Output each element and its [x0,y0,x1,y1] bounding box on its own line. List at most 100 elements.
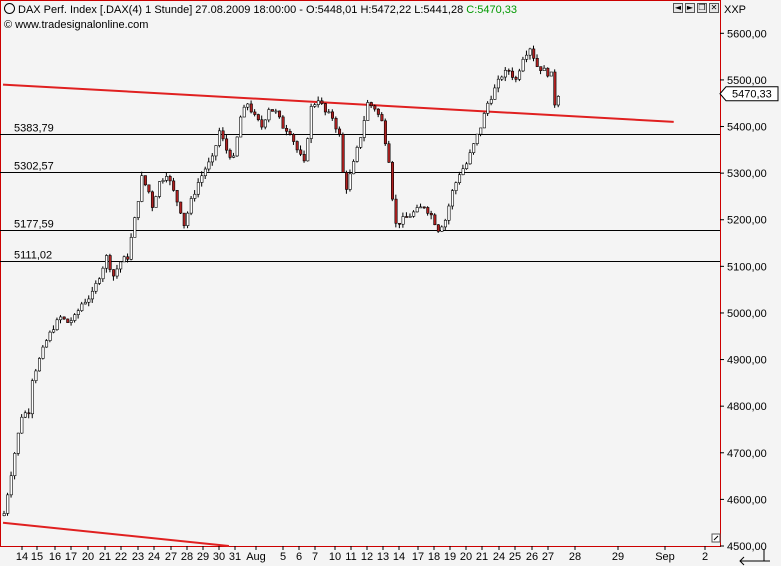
info-icon[interactable] [4,3,15,14]
x-tick-label: 20 [460,551,472,563]
x-tick-label: 24 [148,551,160,563]
candle [20,414,24,434]
candle [37,357,41,372]
candle [108,253,112,273]
chart-window: 5383,79 5302,57 5177,59 5111,02 4500,00 4600… [0,0,781,566]
close-value: C:5470,33 [466,4,518,16]
candle [521,56,525,73]
candle [41,344,45,360]
candle [355,145,359,163]
y-tick-label: 5200,00 [727,215,767,227]
x-tick-label: 24 [493,551,505,563]
x-tick-label: 7 [312,551,318,563]
x-tick-label: 20 [82,551,94,563]
chart-svg: 5383,79 5302,57 5177,59 5111,02 4500,00 4600… [0,0,781,566]
x-tick-label: Aug [246,551,266,563]
scroll-left-button[interactable]: ◄ [673,3,683,13]
chart-title: DAX Perf. Index [.DAX(4) 1 Stunde] 27.08… [4,3,517,16]
x-tick-label: 21 [476,551,488,563]
candle [433,213,437,226]
candle [154,195,158,208]
x-tick-label: 14 [393,551,405,563]
x-tick-label: 29 [612,551,624,563]
candle [6,492,10,516]
candle [482,111,486,129]
candle [387,140,391,163]
x-tick-label: 26 [526,551,538,563]
candle [143,175,147,187]
axis-code: XXP [724,4,747,16]
last-price-label: 5470,33 [732,89,772,101]
x-tick-label: 5 [280,551,286,563]
y-tick-label: 4500,00 [727,541,767,553]
candle [179,201,183,215]
candle [475,133,479,146]
candle [140,171,144,203]
resize-grip-icon[interactable] [711,533,721,543]
candle [66,318,70,323]
candle [218,127,222,148]
x-tick-label: 12 [361,551,373,563]
level-label-3: 5111,02 [14,250,52,262]
candle [270,109,274,112]
source-text: www.tradesignalonline.com [15,19,149,31]
x-tick-label: 27 [542,551,554,563]
x-tick-label: 19 [444,551,456,563]
candle [267,107,271,123]
x-tick-label: 21 [99,551,111,563]
x-tick-label: 27 [165,551,177,563]
candle [518,68,522,82]
candle [189,195,193,216]
candle [9,471,13,498]
y-tick-label: 5300,00 [727,168,767,180]
candle [366,99,370,121]
x-tick-label: 14 [16,551,28,563]
candle [341,132,345,173]
candle [546,67,550,78]
x-tick-label: 16 [49,551,61,563]
close-button[interactable]: ✕ [709,3,719,13]
x-tick-label: 31 [229,551,241,563]
x-tick-label: 17 [412,551,424,563]
y-tick-label: 4600,00 [727,494,767,506]
x-tick-label: 2 [702,551,708,563]
scroll-right-button[interactable]: ► [685,3,695,13]
candle [390,160,394,202]
candle [352,159,356,175]
x-tick-label: 13 [377,551,389,563]
y-tick-label: 4900,00 [727,355,767,367]
candle [158,181,162,199]
candle [553,69,557,108]
x-tick-label: 10 [329,551,341,563]
candle [133,216,137,238]
y-tick-label: 5400,00 [727,122,767,134]
candle [48,330,52,343]
x-tick-label: 25 [509,551,521,563]
y-tick-label: 5600,00 [727,28,767,40]
level-label-0: 5383,79 [14,123,54,135]
last-price-marker: 5470,33 [719,86,779,102]
candle [129,233,133,261]
x-tick-label: 18 [428,551,440,563]
x-tick-label: 15 [31,551,43,563]
y-tick-label: 5000,00 [727,308,767,320]
candle [30,378,34,419]
level-label-1: 5302,57 [14,161,54,173]
candle [235,136,239,157]
candle [394,194,398,228]
x-tick-label: 23 [132,551,144,563]
restore-button[interactable]: ❐ [697,3,707,13]
candle [122,255,126,263]
candle [549,71,553,77]
y-tick-label: 4700,00 [727,448,767,460]
level-label-2: 5177,59 [14,219,54,231]
candle [359,137,363,149]
candle [281,115,285,129]
candle [55,317,59,331]
candle [309,103,313,144]
candle [16,432,20,456]
candle [45,339,49,348]
plot-background [0,0,720,546]
x-tick-label: 22 [115,551,127,563]
x-tick-label: 29 [197,551,209,563]
